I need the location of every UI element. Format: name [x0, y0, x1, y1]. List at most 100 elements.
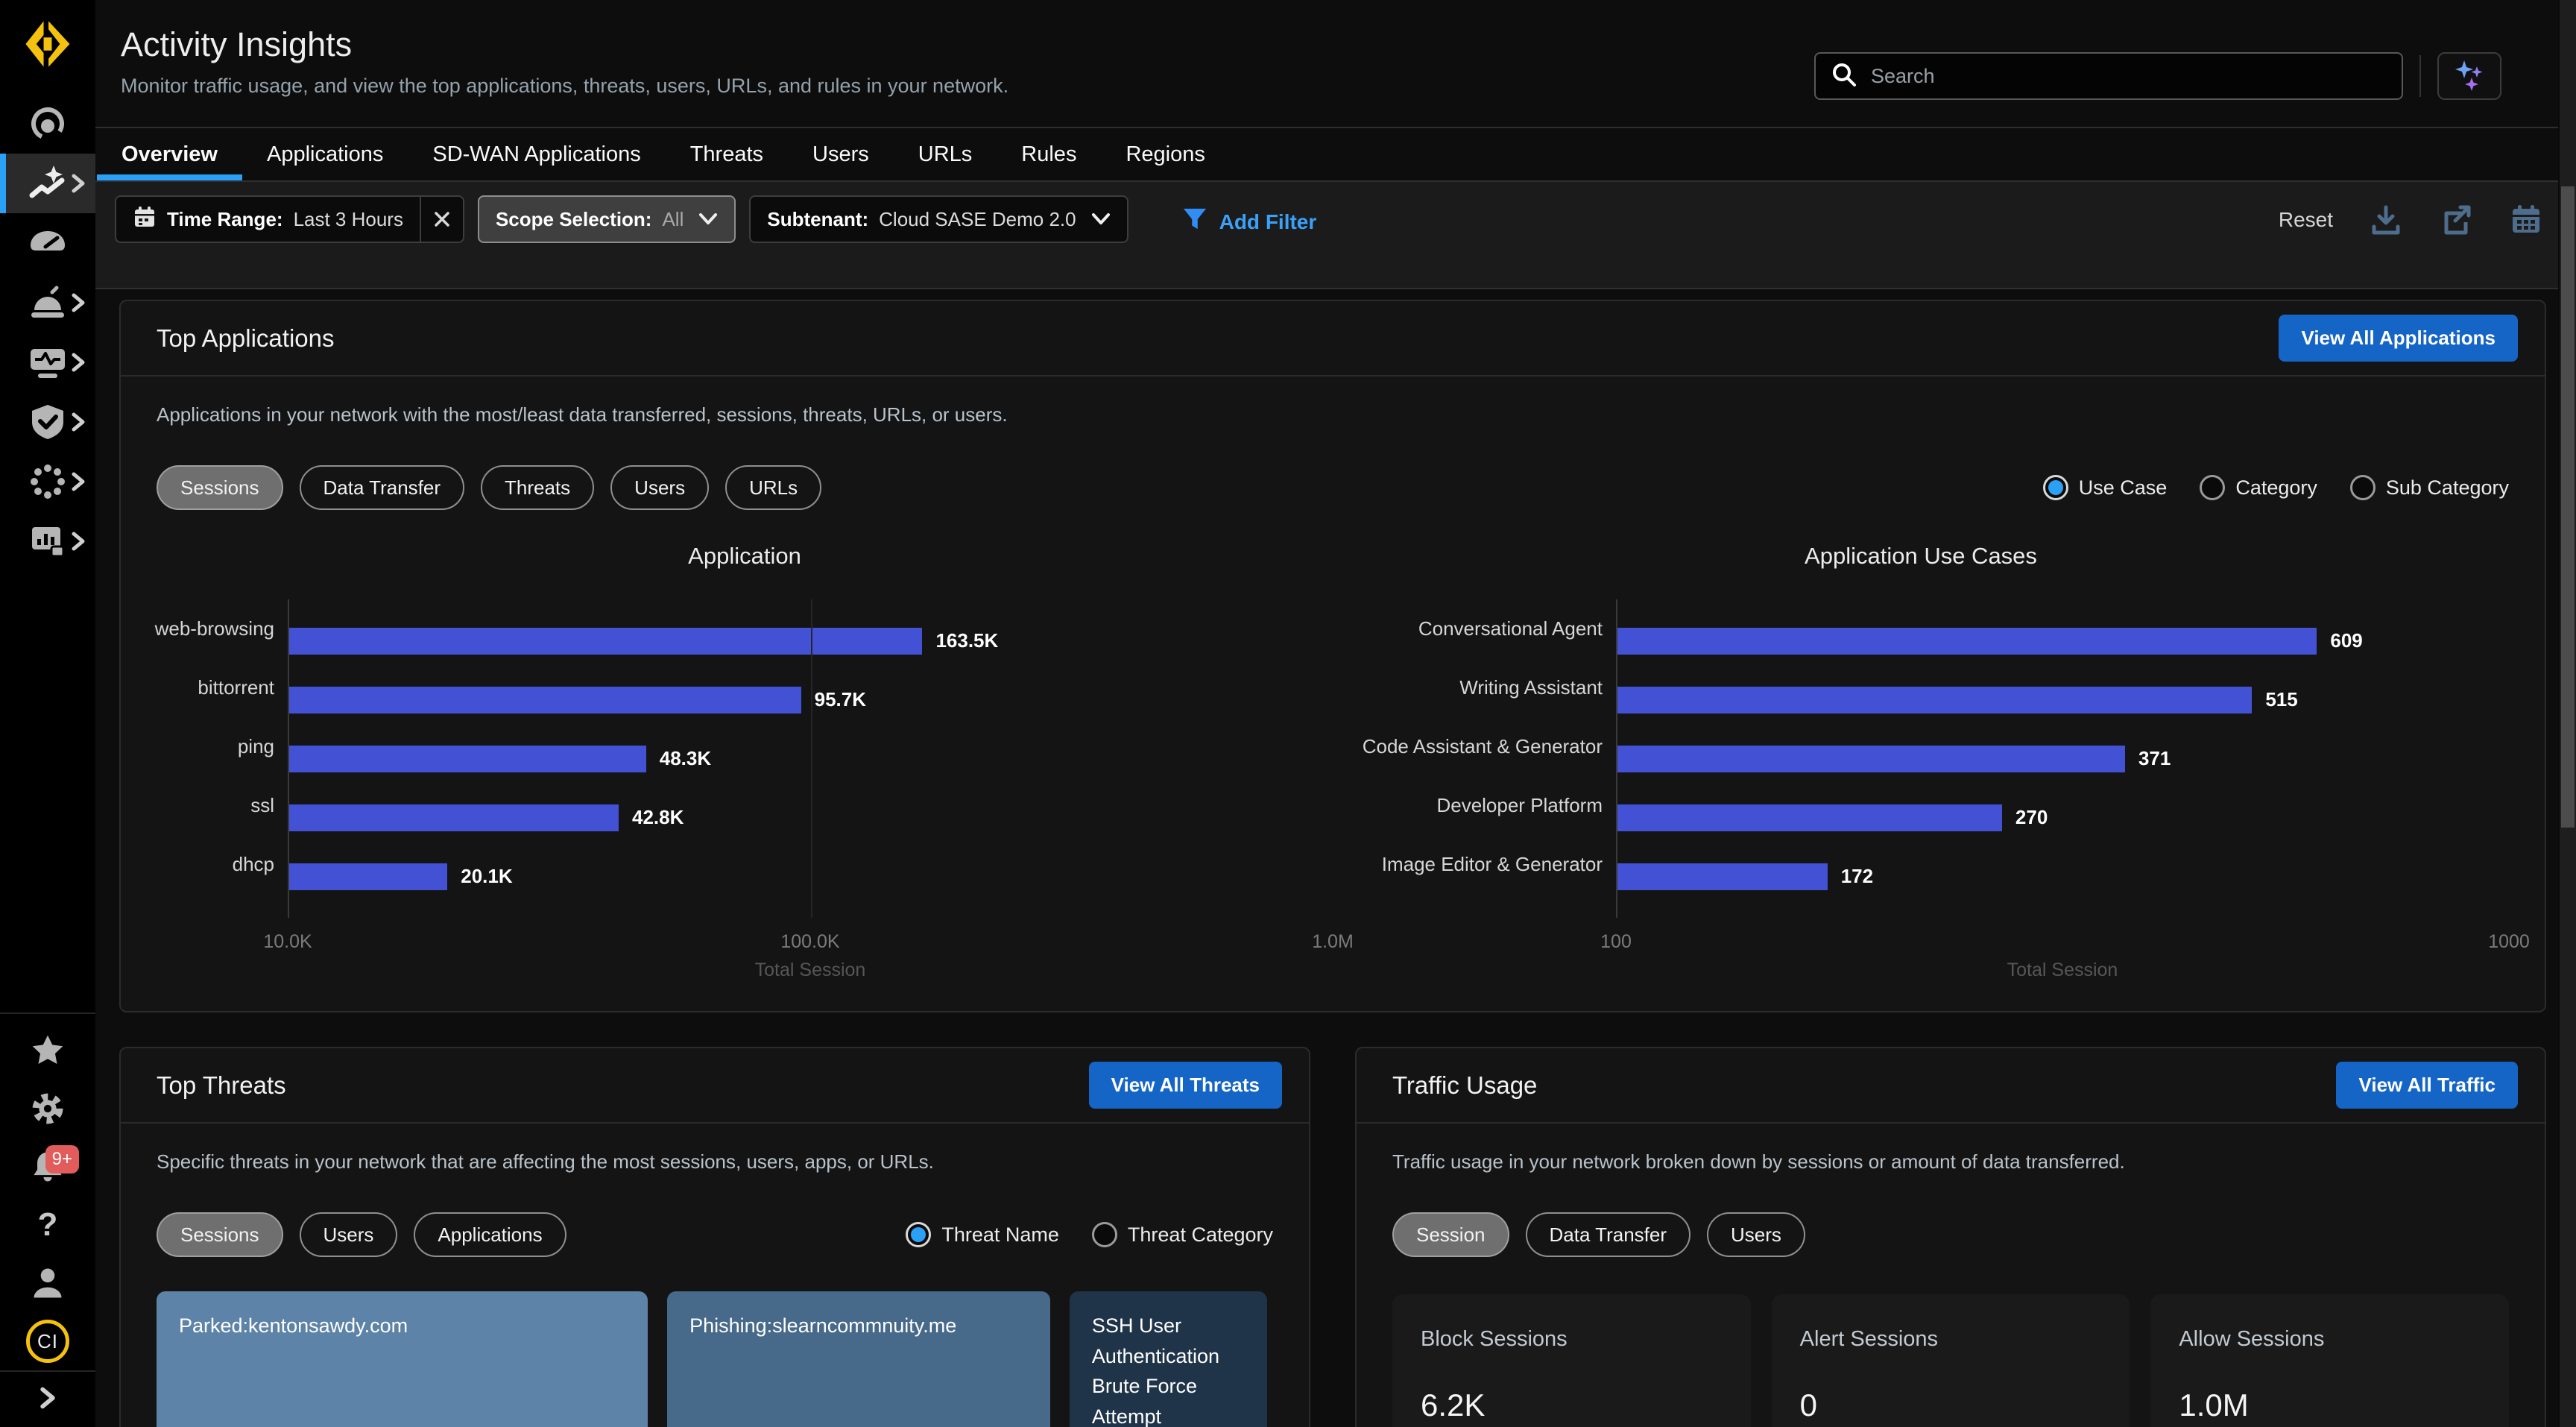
chart-category-label: Developer Platform — [1333, 776, 1616, 835]
search-input[interactable] — [1869, 64, 2387, 89]
help-button[interactable]: ? — [0, 1196, 95, 1254]
application-sessions-chart: Application web-browsing bittorrent ping… — [157, 543, 1333, 981]
toggle-sessions[interactable]: Sessions — [157, 1212, 283, 1257]
tab-regions[interactable]: Regions — [1101, 128, 1229, 180]
workflows-dots-icon — [27, 461, 69, 503]
threat-metric-toggle-group: Sessions Users Applications — [157, 1212, 566, 1257]
toggle-data-transfer[interactable]: Data Transfer — [1526, 1212, 1691, 1257]
sidebar-item-security[interactable] — [0, 392, 95, 452]
treemap-tile[interactable]: SSH User Authentication Brute Force Atte… — [1070, 1291, 1267, 1427]
sidebar-item-activity-insights[interactable] — [0, 154, 95, 213]
tab-rules[interactable]: Rules — [997, 128, 1101, 180]
card-title: Traffic Usage — [1392, 1071, 1537, 1100]
tab-users[interactable]: Users — [788, 128, 894, 180]
sidebar-expand-button[interactable] — [0, 1370, 95, 1427]
notifications-button[interactable]: 9+ — [0, 1138, 95, 1196]
chart-bar — [1617, 628, 2317, 655]
toggle-session[interactable]: Session — [1392, 1212, 1509, 1257]
scope-selection-dropdown[interactable]: Scope Selection: All — [478, 195, 736, 243]
radio-selected-icon — [2043, 475, 2068, 500]
axis-tick: 1000 — [2488, 931, 2530, 953]
sidebar-item-monitor[interactable] — [0, 333, 95, 392]
chevron-right-icon — [70, 412, 86, 432]
toggle-data-transfer[interactable]: Data Transfer — [300, 465, 465, 510]
tab-urls[interactable]: URLs — [894, 128, 997, 180]
toggle-threats[interactable]: Threats — [481, 465, 594, 510]
chart-bar — [289, 863, 447, 890]
radio-use-case[interactable]: Use Case — [2043, 475, 2168, 500]
remove-time-range-filter-button[interactable] — [421, 197, 463, 242]
time-range-filter-chip[interactable]: Time Range: Last 3 Hours — [115, 195, 464, 243]
chart-value-label: 270 — [2015, 806, 2048, 829]
radio-threat-name[interactable]: Threat Name — [906, 1222, 1059, 1247]
tab-overview[interactable]: Overview — [97, 128, 242, 180]
view-all-applications-button[interactable]: View All Applications — [2279, 315, 2518, 362]
chart-category-label: web-browsing — [157, 599, 288, 658]
export-button[interactable] — [2439, 203, 2473, 237]
security-shield-icon — [27, 401, 69, 443]
tab-applications[interactable]: Applications — [242, 128, 408, 180]
chart-plot-area: 609 515 371 270 172 — [1616, 599, 2509, 918]
radio-threat-category[interactable]: Threat Category — [1092, 1222, 1273, 1247]
toggle-users[interactable]: Users — [610, 465, 709, 510]
favorites-button[interactable] — [0, 1021, 95, 1080]
close-icon — [433, 210, 451, 228]
scrollbar-thumb[interactable] — [2561, 186, 2575, 828]
tenant-avatar[interactable]: CI — [0, 1312, 95, 1370]
toggle-urls[interactable]: URLs — [725, 465, 821, 510]
filter-value: All — [662, 208, 684, 231]
chevron-down-icon — [698, 208, 718, 231]
toggle-users[interactable]: Users — [300, 1212, 398, 1257]
reset-button[interactable]: Reset — [2279, 208, 2333, 232]
session-stats-row: Block Sessions 6.2K Alert Sessions 0 All… — [1392, 1294, 2509, 1427]
axis-tick: 1.0M — [1312, 931, 1354, 953]
download-button[interactable] — [2369, 203, 2403, 237]
palo-alto-networks-logo[interactable] — [21, 16, 75, 72]
allow-sessions-stat: Allow Sessions 1.0M — [2150, 1294, 2509, 1427]
notification-count-badge: 9+ — [45, 1145, 79, 1174]
treemap-tile[interactable]: Phishing:slearncommnuity.me — [667, 1291, 1050, 1427]
chart-value-label: 172 — [1841, 865, 1873, 888]
activity-insights-icon — [27, 163, 69, 204]
radio-sub-category[interactable]: Sub Category — [2350, 475, 2509, 500]
x-axis-ticks: 100 1000 — [1616, 927, 2509, 960]
radio-category[interactable]: Category — [2200, 475, 2317, 500]
view-all-threats-button[interactable]: View All Threats — [1089, 1062, 1282, 1109]
star-icon — [28, 1031, 67, 1070]
chart-category-label: ping — [157, 717, 288, 776]
settings-button[interactable] — [0, 1080, 95, 1138]
application-use-cases-chart: Application Use Cases Conversational Age… — [1333, 543, 2509, 981]
toggle-users[interactable]: Users — [1707, 1212, 1805, 1257]
chart-bar — [289, 687, 801, 714]
sidebar-item-command-center[interactable] — [0, 94, 95, 154]
subtenant-dropdown[interactable]: Subtenant: Cloud SASE Demo 2.0 — [749, 195, 1128, 243]
search-box[interactable] — [1814, 52, 2403, 100]
axis-tick: 100.0K — [780, 931, 839, 953]
chart-category-label: Conversational Agent — [1333, 599, 1616, 658]
filter-label: Subtenant: — [767, 208, 868, 231]
page-title: Activity Insights — [121, 25, 1008, 64]
treemap-tile[interactable]: Parked:kentonsawdy.com — [157, 1291, 648, 1427]
sidebar-item-workflows[interactable] — [0, 452, 95, 511]
card-description: Applications in your network with the mo… — [157, 403, 2509, 426]
chevron-right-icon — [70, 173, 86, 194]
sidebar-item-reports[interactable] — [0, 511, 95, 571]
schedule-button[interactable] — [2509, 203, 2543, 237]
tab-threats[interactable]: Threats — [666, 128, 788, 180]
profile-button[interactable] — [0, 1254, 95, 1312]
chart-bar — [289, 804, 619, 831]
card-title: Top Threats — [157, 1071, 286, 1100]
sidebar-bottom: 9+ ? CI — [0, 1012, 95, 1370]
tab-sdwan-applications[interactable]: SD-WAN Applications — [408, 128, 665, 180]
chart-title: Application — [157, 543, 1333, 570]
sidebar-item-incidents[interactable] — [0, 273, 95, 333]
filter-label: Scope Selection: — [496, 208, 652, 231]
toggle-sessions[interactable]: Sessions — [157, 465, 283, 510]
filter-value: Last 3 Hours — [294, 208, 403, 231]
ai-copilot-button[interactable] — [2437, 52, 2501, 100]
add-filter-button[interactable]: Add Filter — [1182, 207, 1317, 236]
view-all-traffic-button[interactable]: View All Traffic — [2336, 1062, 2518, 1109]
page-scrollbar[interactable] — [2558, 0, 2576, 1427]
toggle-applications[interactable]: Applications — [414, 1212, 566, 1257]
sidebar-item-dashboards[interactable] — [0, 213, 95, 273]
